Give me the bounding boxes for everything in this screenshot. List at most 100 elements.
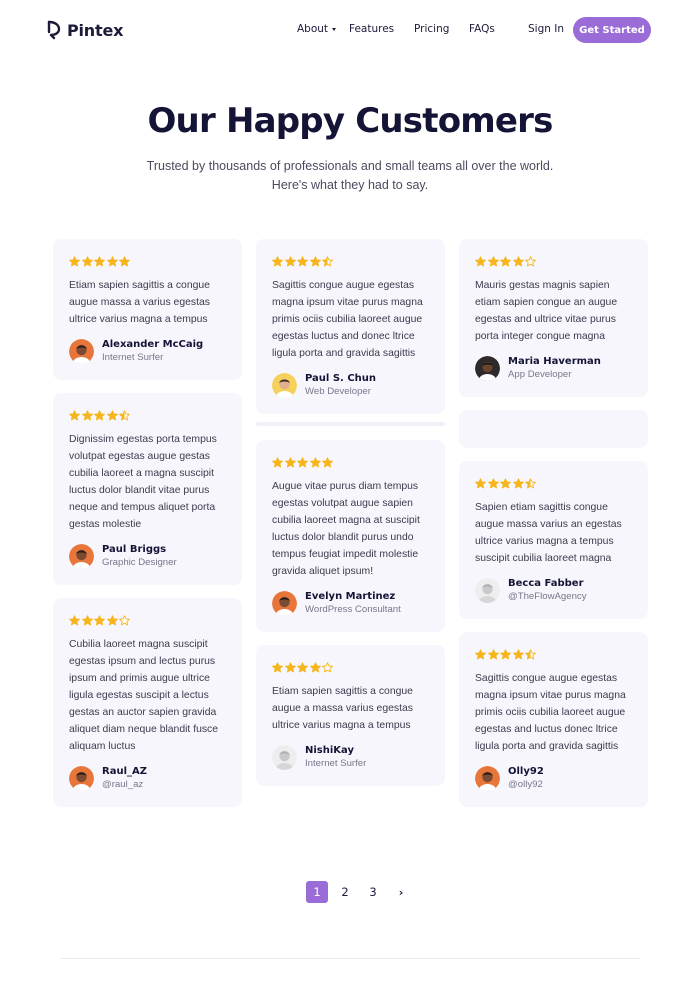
logo[interactable]: Pintex [46,20,123,40]
nav-pricing[interactable]: Pricing [414,23,449,35]
star-filled-icon [487,649,499,660]
rating-stars [69,410,226,422]
star-filled-icon [94,615,105,626]
avatar [69,544,94,569]
author-role: WordPress Consultant [305,604,401,615]
author-name: Raul_AZ [102,766,147,777]
star-filled-icon [106,410,118,421]
sign-in-link[interactable]: Sign In [528,23,564,35]
star-filled-icon [487,256,499,267]
star-filled-icon [284,256,296,267]
chevron-right-icon: › [398,885,404,899]
author-info: Paul S. Chun Web Developer [305,372,376,399]
author-role: @TheFlowAgency [508,591,587,602]
placeholder-card [459,410,648,448]
author-name: Paul Briggs [102,544,167,555]
author-name: Paul S. Chun [305,373,377,384]
testimonial-author: Olly92 @olly92 [475,765,632,792]
star-empty-icon [525,256,536,267]
star-filled-icon [119,256,130,267]
page-3-button[interactable]: 3 [362,881,384,903]
testimonial-author: Raul_AZ @raul_az [69,765,226,792]
author-role: App Developer [508,369,572,380]
testimonial-text: Dignissim egestas porta tempus volutpat … [69,434,217,530]
avatar [475,356,500,381]
author-name: Maria Haverman [508,356,601,367]
star-filled-icon [272,256,283,267]
testimonial-text: Augue vitae purus diam tempus egestas vo… [272,481,420,577]
star-filled-icon [297,256,308,267]
testimonial-author: Paul S. Chun Web Developer [272,372,429,399]
get-started-button[interactable]: Get Started [573,17,651,43]
author-info: Evelyn Martinez WordPress Consultant [305,590,401,617]
subtitle-line: Trusted by thousands of professionals an… [146,159,554,173]
star-filled-icon [81,410,93,421]
testimonial-text: Sagittis congue augue egestas magna ipsu… [475,673,626,752]
nav-about-label: About [297,23,329,35]
testimonial-card: Sapien etiam sagittis congue augue massa… [459,461,648,619]
star-filled-icon [106,256,118,267]
avatar [69,339,94,364]
chevron-down-icon [332,28,337,31]
avatar [69,766,94,791]
star-filled-icon [309,662,321,673]
testimonial-author: Paul Briggs Graphic Designer [69,543,226,570]
star-filled-icon [500,256,511,267]
rating-stars [475,649,632,661]
star-filled-icon [297,457,308,468]
star-filled-icon [69,410,80,421]
author-name: Alexander McCaig [102,339,204,350]
author-name: Evelyn Martinez [305,591,396,602]
avatar [272,591,297,616]
star-filled-icon [309,256,321,267]
author-info: Olly92 @olly92 [508,765,544,792]
rating-stars [272,662,429,674]
page-title: Our Happy Customers [147,101,553,141]
testimonial-text: Sagittis congue augue egestas magna ipsu… [272,280,423,359]
star-half-icon [322,256,333,267]
testimonial-text: Sapien etiam sagittis congue augue massa… [475,502,622,564]
testimonial-column: Etiam sapien sagittis a congue augue mas… [53,239,242,820]
avatar [475,578,500,603]
testimonial-text: Mauris gestas magnis sapien etiam sapien… [475,280,618,342]
testimonial-text: Cubilia laoreet magna suscipit egestas i… [69,639,219,752]
page-2-button[interactable]: 2 [334,881,356,903]
logo-icon [47,20,61,40]
page-subtitle: Trusted by thousands of professionals an… [140,157,560,195]
author-info: Maria Haverman App Developer [508,355,601,382]
site-header: Pintex About Features Pricing FAQs Sign … [0,0,700,62]
testimonial-text: Etiam sapien sagittis a congue augue a m… [272,686,413,731]
nav-about[interactable]: About [297,23,337,35]
testimonial-column: Mauris gestas magnis sapien etiam sapien… [459,239,648,820]
footer-divider [60,958,640,959]
star-filled-icon [94,410,105,421]
star-filled-icon [81,615,93,626]
rating-stars [475,478,632,490]
author-name: NishiKay [305,745,355,756]
star-filled-icon [512,256,524,267]
star-filled-icon [69,615,80,626]
avatar [475,766,500,791]
testimonial-text: Etiam sapien sagittis a congue augue mas… [69,280,210,325]
testimonial-card: Cubilia laoreet magna suscipit egestas i… [53,598,242,807]
star-filled-icon [272,457,283,468]
testimonial-card: Etiam sapien sagittis a congue augue a m… [256,645,445,786]
page-1-button[interactable]: 1 [306,881,328,903]
rating-stars [475,256,632,268]
testimonial-card: Sagittis congue augue egestas magna ipsu… [256,239,445,414]
star-filled-icon [297,662,308,673]
star-filled-icon [500,478,511,489]
testimonial-author: NishiKay Internet Surfer [272,744,429,771]
author-info: Becca Fabber @TheFlowAgency [508,577,587,604]
nav-features[interactable]: Features [349,23,394,35]
star-filled-icon [272,662,283,673]
star-filled-icon [81,256,93,267]
nav-faqs[interactable]: FAQs [469,23,495,35]
next-page-button[interactable]: › [390,881,412,903]
author-name: Becca Fabber [508,578,584,589]
testimonial-author: Evelyn Martinez WordPress Consultant [272,590,429,617]
star-filled-icon [475,256,486,267]
rating-stars [69,615,226,627]
card-divider [256,422,445,426]
author-info: Alexander McCaig Internet Surfer [102,338,203,365]
